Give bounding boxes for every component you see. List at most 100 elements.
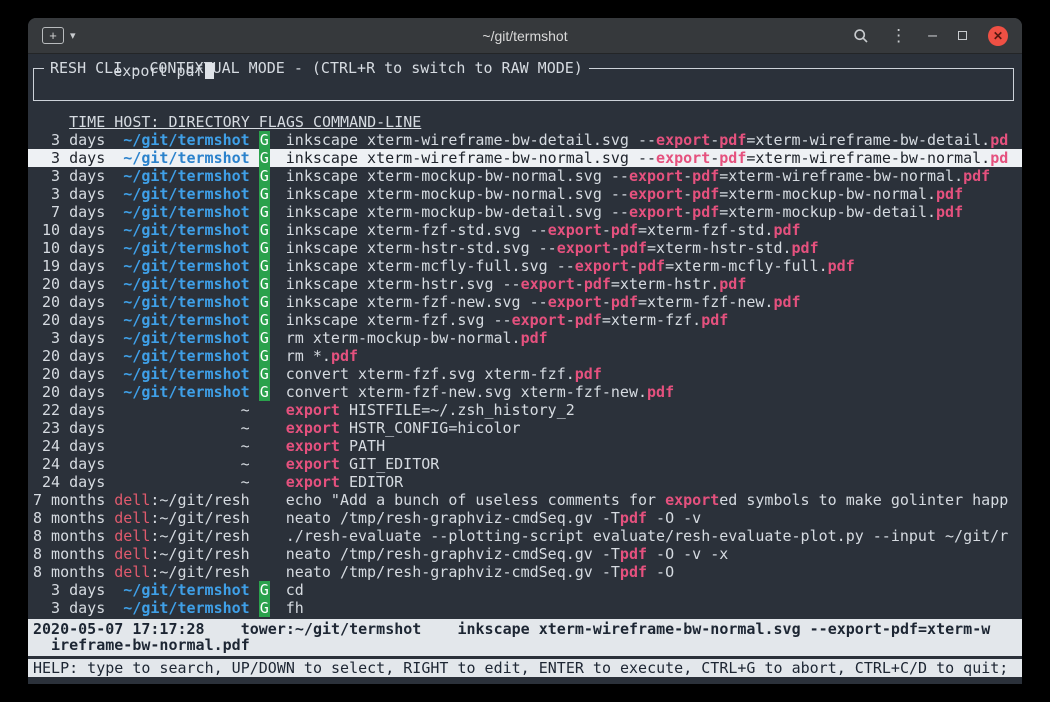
search-input[interactable]: export pdf xyxy=(41,55,214,98)
row-flags xyxy=(259,437,277,455)
row-flags: G xyxy=(259,347,277,365)
close-icon: ✕ xyxy=(993,30,1003,42)
row-host: ~ xyxy=(114,473,249,491)
detail-line: 2020-05-07 17:17:28 tower:~/git/termshot… xyxy=(33,621,1014,637)
match-highlight: export xyxy=(548,221,602,239)
row-host: ~/git/termshot xyxy=(114,365,249,383)
row-time: 10 days xyxy=(33,221,105,239)
git-flag: G xyxy=(259,275,270,293)
row-time: 20 days xyxy=(33,293,105,311)
git-flag: G xyxy=(259,329,270,347)
row-host: ~ xyxy=(114,455,249,473)
history-row[interactable]: 3 days~/git/termshotGinkscape xterm-wire… xyxy=(28,131,1022,149)
row-time: 10 days xyxy=(33,239,105,257)
history-row[interactable]: 20 days~/git/termshotGinkscape xterm-hst… xyxy=(28,275,1022,293)
remote-host-name: dell xyxy=(114,491,150,509)
history-row[interactable]: 10 days~/git/termshotGinkscape xterm-hst… xyxy=(28,239,1022,257)
history-row[interactable]: 3 days~/git/termshotGrm xterm-mockup-bw-… xyxy=(28,329,1022,347)
row-host: ~/git/termshot xyxy=(114,221,249,239)
history-row[interactable]: 22 days~export HISTFILE=~/.zsh_history_2 xyxy=(28,401,1022,419)
history-row[interactable]: 20 days~/git/termshotGconvert xterm-fzf-… xyxy=(28,383,1022,401)
row-host: ~/git/termshot xyxy=(114,203,249,221)
row-host: ~/git/termshot xyxy=(114,275,249,293)
history-row[interactable]: 7 monthsdell:~/git/reshecho "Add a bunch… xyxy=(28,491,1022,509)
row-command: convert xterm-fzf-new.svg xterm-fzf-new.… xyxy=(286,383,1014,401)
search-box[interactable]: RESH CLI - CONTEXTUAL MODE - (CTRL+R to … xyxy=(33,68,1014,101)
history-row[interactable]: 3 days~/git/termshotGinkscape xterm-mock… xyxy=(28,185,1022,203)
host-directory: ~ xyxy=(241,473,250,491)
text-cursor xyxy=(205,63,214,79)
row-host: ~ xyxy=(114,401,249,419)
history-row[interactable]: 20 days~/git/termshotGrm *.pdf xyxy=(28,347,1022,365)
tab-dropdown-button[interactable]: ▾ xyxy=(70,29,76,42)
remote-host-name: dell xyxy=(114,545,150,563)
history-row[interactable]: 10 days~/git/termshotGinkscape xterm-fzf… xyxy=(28,221,1022,239)
row-command: fh xyxy=(286,599,1014,617)
history-row[interactable]: 8 monthsdell:~/git/reshneato /tmp/resh-g… xyxy=(28,545,1022,563)
match-highlight: pdf xyxy=(638,257,665,275)
row-command: convert xterm-fzf.svg xterm-fzf.pdf xyxy=(286,365,1014,383)
host-directory: ~/git/termshot xyxy=(123,383,249,401)
history-row[interactable]: 3 days~/git/termshotGfh xyxy=(28,599,1022,617)
match-highlight: export xyxy=(286,455,340,473)
history-row[interactable]: 23 days~export HSTR_CONFIG=hicolor xyxy=(28,419,1022,437)
match-highlight: pdf xyxy=(719,149,746,167)
git-flag: G xyxy=(259,167,270,185)
row-host: dell:~/git/resh xyxy=(114,563,249,581)
host-directory: ~/git/termshot xyxy=(123,311,249,329)
row-command: inkscape xterm-fzf-new.svg --export-pdf=… xyxy=(286,293,1014,311)
match-highlight: pdf xyxy=(692,167,719,185)
row-command: inkscape xterm-mockup-bw-detail.svg --ex… xyxy=(286,203,1014,221)
minimize-button[interactable]: – xyxy=(928,28,937,44)
host-directory: ~/git/termshot xyxy=(123,365,249,383)
search-button[interactable] xyxy=(853,28,869,44)
history-row[interactable]: 8 monthsdell:~/git/reshneato /tmp/resh-g… xyxy=(28,509,1022,527)
menu-button[interactable]: ⋮ xyxy=(890,27,907,44)
row-time: 8 months xyxy=(33,545,105,563)
new-tab-button[interactable]: + xyxy=(42,27,64,44)
history-row[interactable]: 7 days~/git/termshotGinkscape xterm-mock… xyxy=(28,203,1022,221)
history-row[interactable]: 8 monthsdell:~/git/resh./resh-evaluate -… xyxy=(28,527,1022,545)
match-highlight: pdf xyxy=(963,167,990,185)
match-highlight: export xyxy=(656,149,710,167)
restore-icon xyxy=(958,31,967,40)
row-flags: G xyxy=(259,581,277,599)
history-row[interactable]: 3 days~/git/termshotGcd xyxy=(28,581,1022,599)
host-directory: ~/git/termshot xyxy=(123,275,249,293)
history-row[interactable]: 20 days~/git/termshotGinkscape xterm-fzf… xyxy=(28,293,1022,311)
row-flags xyxy=(259,419,277,437)
row-time: 22 days xyxy=(33,401,105,419)
history-row[interactable]: 24 days~export PATH xyxy=(28,437,1022,455)
row-flags: G xyxy=(259,185,277,203)
history-row[interactable]: 24 days~export EDITOR xyxy=(28,473,1022,491)
host-directory: ~ xyxy=(241,401,250,419)
history-row[interactable]: 3 days~/git/termshotGinkscape xterm-mock… xyxy=(28,167,1022,185)
host-directory: ~/git/termshot xyxy=(123,239,249,257)
restore-button[interactable] xyxy=(958,31,967,40)
row-command: inkscape xterm-hstr-std.svg --export-pdf… xyxy=(286,239,1014,257)
row-flags: G xyxy=(259,275,277,293)
detail-line: ireframe-bw-normal.pdf xyxy=(33,637,1014,653)
row-host: ~ xyxy=(114,419,249,437)
match-highlight: pdf xyxy=(773,293,800,311)
match-highlight: export xyxy=(286,437,340,455)
row-time: 3 days xyxy=(33,167,105,185)
titlebar[interactable]: + ▾ ~/git/termshot ⋮ – xyxy=(28,18,1022,54)
row-host: ~/git/termshot xyxy=(114,257,249,275)
close-button[interactable]: ✕ xyxy=(988,26,1008,46)
git-flag: G xyxy=(259,149,270,167)
history-row[interactable]: 8 monthsdell:~/git/reshneato /tmp/resh-g… xyxy=(28,563,1022,581)
titlebar-left-group: + ▾ xyxy=(42,27,76,44)
history-row[interactable]: 24 days~export GIT_EDITOR xyxy=(28,455,1022,473)
history-row[interactable]: 20 days~/git/termshotGinkscape xterm-fzf… xyxy=(28,311,1022,329)
row-command: inkscape xterm-wireframe-bw-normal.svg -… xyxy=(286,149,1014,167)
row-command: export PATH xyxy=(286,437,1014,455)
remote-host-name: dell xyxy=(114,509,150,527)
git-flag: G xyxy=(259,221,270,239)
history-row[interactable]: 3 days~/git/termshotGinkscape xterm-wire… xyxy=(28,149,1022,167)
history-row[interactable]: 20 days~/git/termshotGconvert xterm-fzf.… xyxy=(28,365,1022,383)
match-highlight: pdf xyxy=(611,221,638,239)
row-command: neato /tmp/resh-graphviz-cmdSeq.gv -Tpdf… xyxy=(286,563,1014,581)
history-row[interactable]: 19 days~/git/termshotGinkscape xterm-mcf… xyxy=(28,257,1022,275)
git-flag: G xyxy=(259,131,270,149)
